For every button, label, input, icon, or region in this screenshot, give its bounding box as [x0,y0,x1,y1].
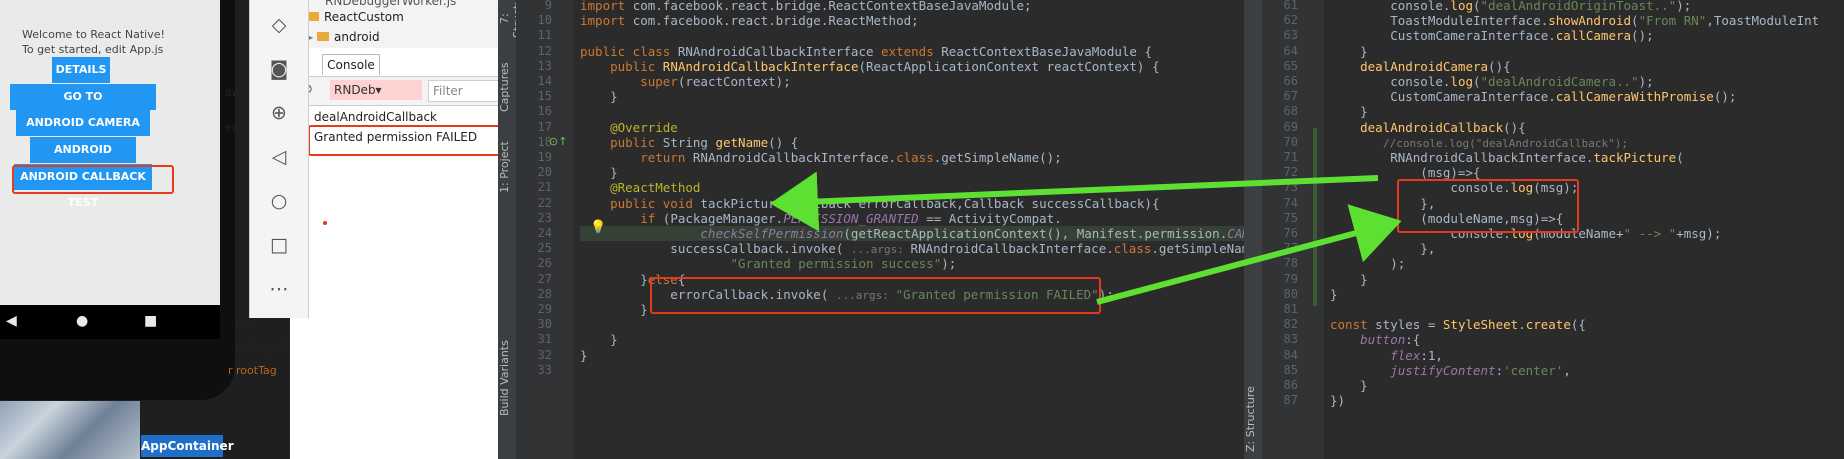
arrow-tackpicture [770,171,1379,232]
annotation-arrows [770,171,1402,305]
arrow-error-callback [1096,204,1402,305]
